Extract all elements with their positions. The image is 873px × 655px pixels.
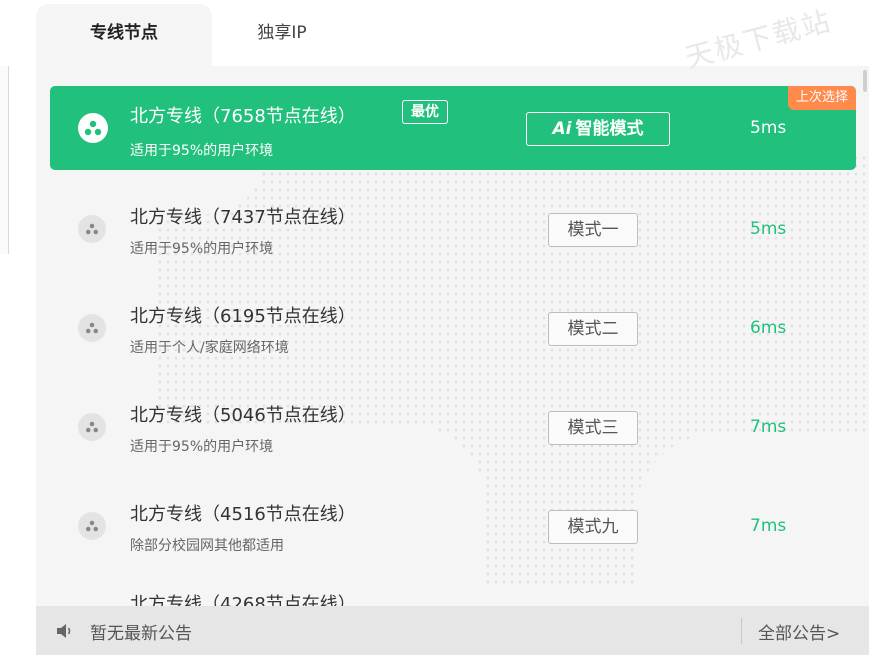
tab-bar: 专线节点 独享IP 天极下载站 <box>36 4 869 75</box>
watermark: 天极下载站 <box>681 4 836 75</box>
node-title: 北方专线（7658节点在线） <box>130 106 356 127</box>
latency-value: 7ms <box>750 417 787 437</box>
node-subtitle: 适用于95%的用户环境 <box>130 143 274 159</box>
speaker-icon <box>56 623 74 643</box>
mode-button[interactable]: 模式三 <box>548 411 638 445</box>
node-row[interactable]: 北方专线（7437节点在线） 适用于95%的用户环境 模式一 5ms <box>50 185 856 269</box>
node-row[interactable]: 北方专线（5046节点在线） 适用于95%的用户环境 模式三 7ms <box>50 383 856 467</box>
notice-bar: 暂无最新公告 全部公告> <box>36 606 869 655</box>
tab-dedicated-nodes[interactable]: 专线节点 <box>36 4 212 66</box>
best-badge: 最优 <box>402 100 448 124</box>
node-row[interactable]: 北方专线（6195节点在线） 适用于个人/家庭网络环境 模式二 6ms <box>50 284 856 368</box>
latency-value: 5ms <box>750 118 787 138</box>
node-title: 北方专线（6195节点在线） <box>130 306 356 327</box>
scrollbar-thumb[interactable] <box>863 70 867 92</box>
node-subtitle: 除部分校园网其他都适用 <box>130 538 284 554</box>
left-panel-edge <box>0 66 9 254</box>
node-title: 北方专线（7437节点在线） <box>130 207 356 228</box>
mode-button[interactable]: 模式一 <box>548 213 638 247</box>
node-subtitle: 适用于95%的用户环境 <box>130 241 274 257</box>
node-title: 北方专线（4516节点在线） <box>130 504 356 525</box>
node-icon <box>78 113 108 143</box>
divider <box>741 618 742 644</box>
notice-text: 暂无最新公告 <box>90 624 192 644</box>
tab-exclusive-ip[interactable]: 独享IP <box>212 4 352 66</box>
mode-label: 智能模式 <box>575 119 644 139</box>
node-icon <box>78 215 106 243</box>
node-row-selected[interactable]: 北方专线（7658节点在线） 适用于95%的用户环境 最优 Ai 智能模式 5ms… <box>50 86 856 170</box>
mode-ai-button[interactable]: Ai 智能模式 <box>526 112 670 146</box>
node-panel: 专线节点 独享IP 天极下载站 北方专线（7658节点在线） 适用于95%的用户… <box>36 4 869 655</box>
node-row[interactable]: 北方专线（4516节点在线） 除部分校园网其他都适用 模式九 7ms <box>50 482 856 566</box>
node-title: 北方专线（5046节点在线） <box>130 405 356 426</box>
node-icon <box>78 314 106 342</box>
last-choice-tag: 上次选择 <box>787 86 856 110</box>
latency-value: 6ms <box>750 318 787 338</box>
node-subtitle: 适用于个人/家庭网络环境 <box>130 340 289 356</box>
node-icon <box>78 512 106 540</box>
mode-button[interactable]: 模式九 <box>548 510 638 544</box>
latency-value: 5ms <box>750 219 787 239</box>
latency-value: 7ms <box>750 516 787 536</box>
node-icon <box>78 413 106 441</box>
mode-button[interactable]: 模式二 <box>548 312 638 346</box>
all-notices-link[interactable]: 全部公告> <box>758 619 840 644</box>
ai-icon: Ai <box>552 119 572 139</box>
node-subtitle: 适用于95%的用户环境 <box>130 439 274 455</box>
